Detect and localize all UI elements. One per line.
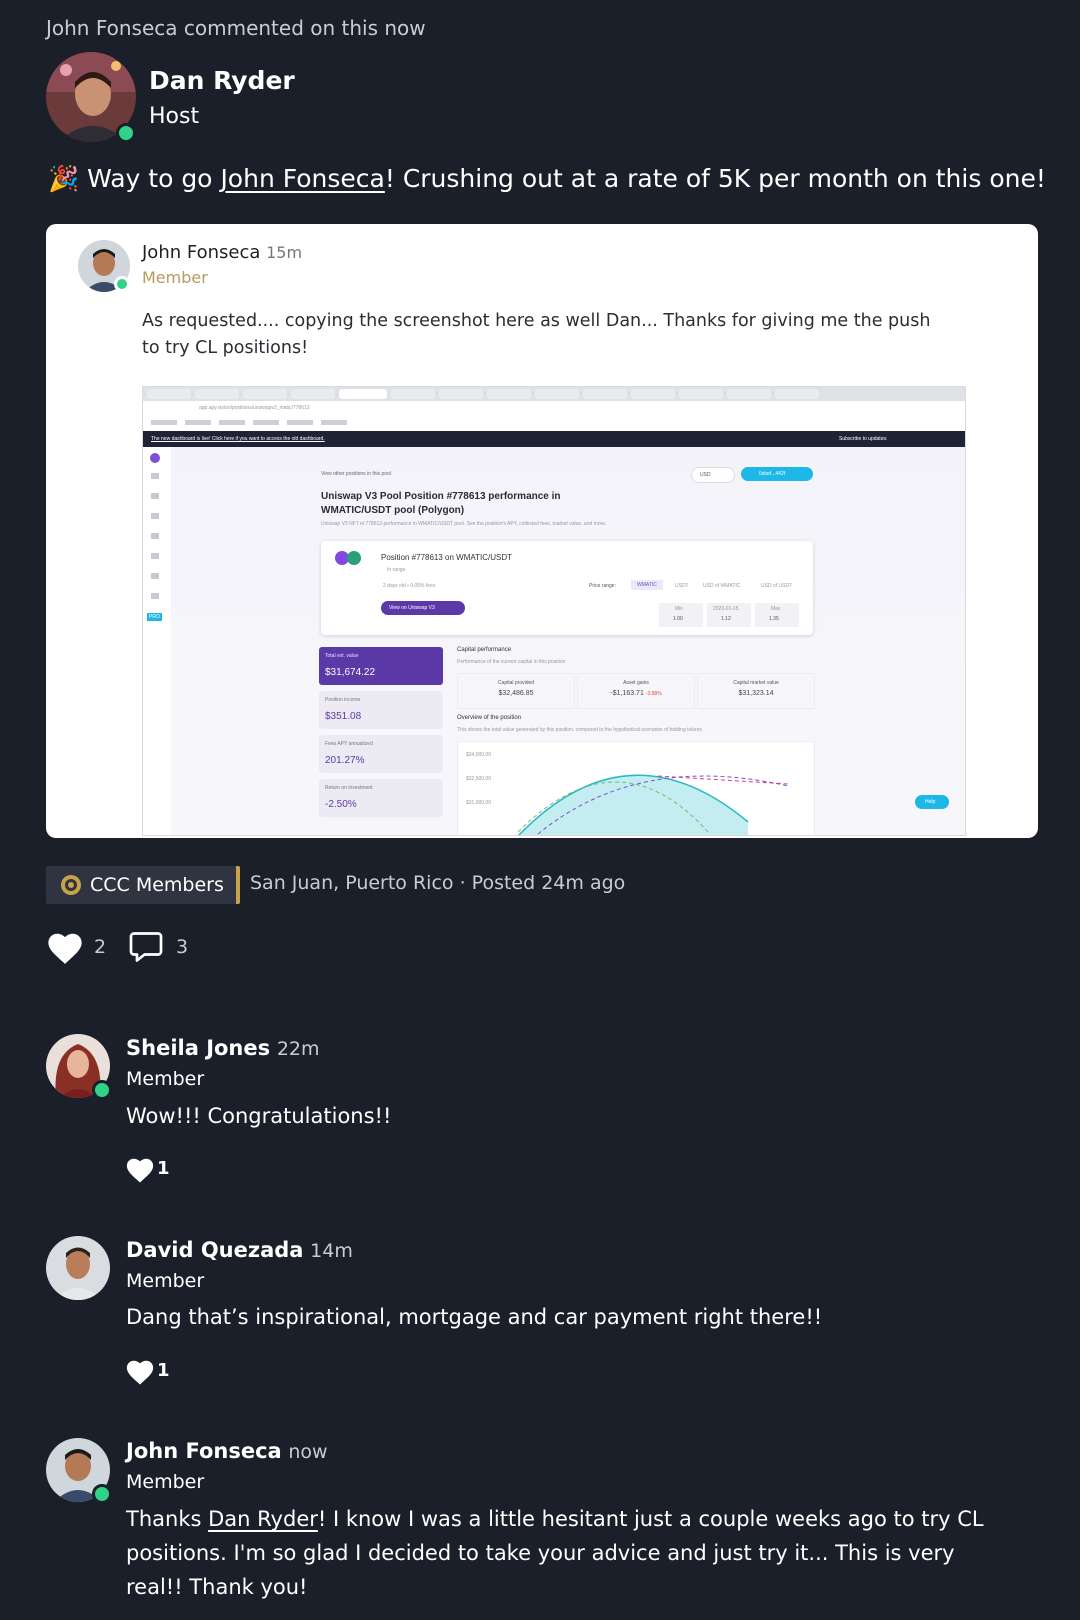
post-author-role: Host [149,104,200,129]
embed-online-indicator [114,276,130,292]
range-tab-2[interactable]: USD of WMATIC [703,583,740,589]
app-page: View other positions in this pool USD 0x… [171,447,965,835]
comment-text-before: Thanks [126,1507,209,1531]
pro-badge: PRO [147,613,162,621]
currency-select[interactable]: USD [691,467,735,483]
range-box-min: Min 1.00 [659,603,703,627]
activity-line: John Fonseca commented on this now [46,16,426,40]
range-tab-0[interactable]: WMATIC [631,580,663,590]
post-text-before: Way to go [79,164,221,193]
asset-gains-pct: -3.58% [645,691,662,697]
position-card-title: Position #778613 on WMATIC/USDT [381,553,513,562]
heart-icon[interactable] [125,1358,155,1386]
position-card: Position #778613 on WMATIC/USDT In range… [321,541,813,635]
stat-fees-apy: Fees APY annualized 201.27% [319,735,443,773]
online-indicator [92,1080,112,1100]
like-count: 2 [94,936,107,958]
view-on-uniswap-button[interactable]: View on Uniswap V3 [381,601,465,615]
heart-icon[interactable] [125,1156,155,1184]
comment-author[interactable]: Sheila Jones [126,1036,270,1060]
browser-tabs [143,387,965,401]
online-indicator [92,1484,112,1504]
comment-time: now [288,1441,328,1463]
asset-gains: Asset gains -$1,163.71 -3.58% [577,673,695,709]
capital-subtitle: Performance of the current capital in th… [457,659,566,665]
comment-text: Thanks Dan Ryder! I know I was a little … [126,1502,1006,1604]
position-title-2: WMATIC/USDT pool (Polygon) [321,505,465,516]
post-author[interactable]: Dan Ryder [149,66,295,95]
stat-roi: Return on investment -2.50% [319,779,443,817]
comment-role: Member [126,1068,205,1090]
post-time: Posted 24m ago [471,872,626,894]
range-tab-1[interactable]: USDT [675,583,689,589]
mention-link[interactable]: John Fonseca [220,164,384,193]
capital-market-value: Capital market value $31,323.14 [697,673,815,709]
meta-separator: · [459,872,466,894]
capital-provided: Capital provided $32,486.85 [457,673,575,709]
group-tag[interactable]: CCC Members [46,866,240,904]
group-tag-label: CCC Members [90,874,224,896]
announcement-banner: The new dashboard is live! Click here if… [143,431,965,447]
comment-like-count: 1 [157,1360,170,1381]
embed-role: Member [142,268,208,287]
post-location: San Juan, Puerto Rico [250,872,454,894]
back-link[interactable]: View other positions in this pool [321,471,391,477]
group-badge-icon [60,874,82,896]
range-tab-3[interactable]: USD of USDT [761,583,792,589]
online-indicator [116,123,136,143]
comment-author[interactable]: John Fonseca [126,1439,282,1463]
price-range-label: Price range: [589,583,616,589]
shared-post-card[interactable]: John Fonseca 15m Member As requested....… [46,224,1038,838]
capital-title: Capital performance [457,647,512,653]
comment-text: Dang that’s inspirational, mortgage and … [126,1305,823,1329]
comment-count: 3 [176,936,189,958]
help-button[interactable]: Help [915,795,949,809]
comment-time: 22m [276,1038,320,1060]
stat-total-value: Total est. value $31,674.22 [319,647,443,685]
bookmarks-bar [143,415,965,432]
position-title-1: Uniswap V3 Pool Position #778613 perform… [321,491,561,502]
subscribe-label: Subscribe to updates: [839,436,888,442]
comment-author[interactable]: David Quezada [126,1238,303,1262]
banner-link[interactable]: The new dashboard is live! Click here if… [151,436,325,442]
stat-position-income: Position income $351.08 [319,691,443,729]
party-popper-icon: 🎉 [48,164,80,193]
embed-time: 15m [266,243,303,262]
comment-text: Wow!!! Congratulations!! [126,1104,392,1128]
heart-icon[interactable] [46,930,84,966]
overview-subtitle: This shows the total value generated by … [457,727,702,733]
mention-link[interactable]: Dan Ryder [208,1507,318,1531]
embed-text: As requested.... copying the screenshot … [142,311,931,358]
range-box-current: 2023-01-15 1.12 [707,603,751,627]
post-text-after: ! Crushing out at a rate of 5K per month… [384,164,1046,193]
wallet-button[interactable]: 0xbef...442f [741,467,813,481]
app-sidebar: PRO [143,447,172,835]
comment-time: 14m [310,1240,353,1262]
range-box-max: Max 1.35 [755,603,799,627]
in-range-badge: In range [387,567,406,573]
embed-author[interactable]: John Fonseca [142,242,260,263]
address-bar: app.apy.vision/positions/uniswapv3_matic… [143,401,965,416]
comment-role: Member [126,1471,205,1493]
comment-icon[interactable] [128,929,164,965]
address-url: app.apy.vision/positions/uniswapv3_matic… [199,405,310,411]
avatar[interactable] [46,1236,110,1300]
comment-like-count: 1 [157,1158,170,1179]
overview-title: Overview of the position [457,715,522,721]
comment-role: Member [126,1270,205,1292]
embedded-screenshot[interactable]: app.apy.vision/positions/uniswapv3_matic… [142,386,966,836]
position-meta: 2 days old • 0.05% fees [383,583,436,589]
overview-chart: $34,000.00 $32,500.00 $31,000.00 [457,741,815,835]
post-text: 🎉 Way to go John Fonseca! Crushing out a… [48,164,1046,194]
position-subtitle: Uniswap V3 NFT id 778613 performance in … [321,521,607,527]
